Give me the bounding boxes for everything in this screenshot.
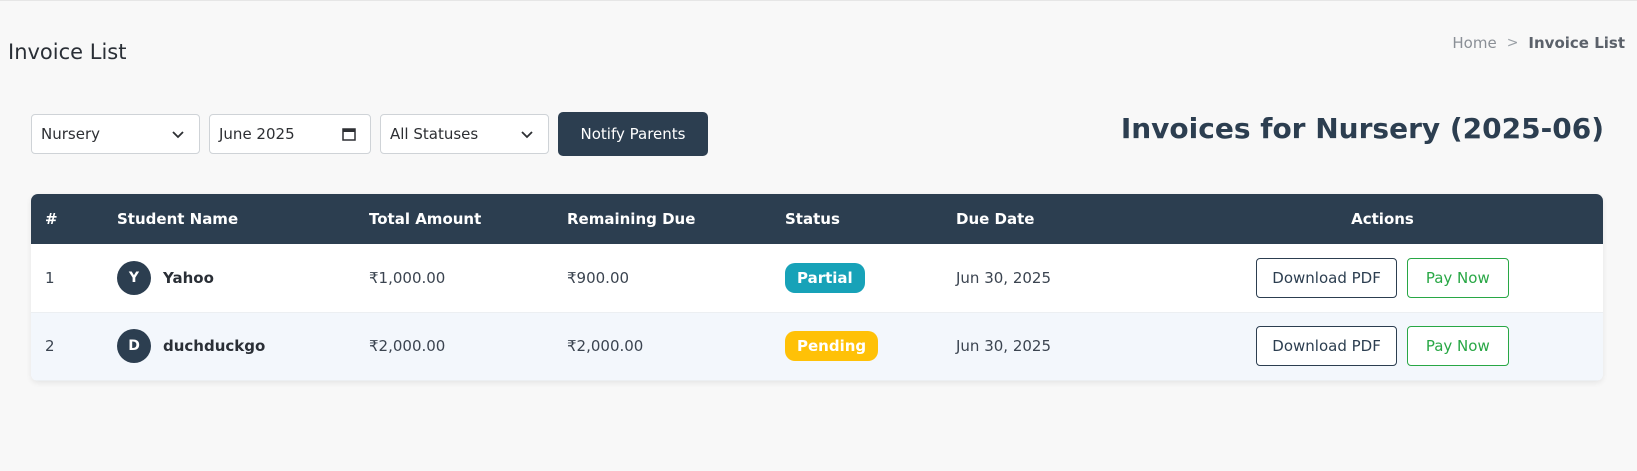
actions-cell: Download PDF Pay Now [1162,244,1603,312]
column-header-total: Total Amount [369,210,482,228]
breadcrumb-home[interactable]: Home [1452,34,1496,52]
column-header-status: Status [785,210,840,228]
pay-now-button[interactable]: Pay Now [1406,257,1509,298]
pay-now-button[interactable]: Pay Now [1406,326,1509,366]
column-header-number: # [45,210,58,228]
download-pdf-button[interactable]: Download PDF [1256,326,1397,366]
column-header-remaining: Remaining Due [567,210,696,228]
top-divider [0,0,1637,1]
status-badge: Partial [785,262,865,293]
status-select-value: All Statuses [390,125,479,143]
row-actions: Download PDF Pay Now [1176,326,1589,366]
chevron-right-icon: > [1506,35,1519,51]
student-name: Yahoo [163,268,214,287]
row-number: 1 [45,268,55,287]
section-title: Invoices for Nursery (2025-06) [1120,112,1604,145]
breadcrumb: Home > Invoice List [1452,34,1625,52]
status-select[interactable]: All Statuses [380,114,549,154]
row-actions: Download PDF Pay Now [1176,257,1589,298]
chevron-down-icon [521,131,533,139]
row-number: 2 [45,337,55,355]
chevron-down-icon [172,131,184,139]
table-row: 1 Y Yahoo ₹1,000.00 ₹900.00 Partial Jun … [31,244,1603,312]
total-amount: ₹1,000.00 [369,268,446,287]
actions-cell: Download PDF Pay Now [1162,312,1603,380]
class-select[interactable]: Nursery [31,114,200,154]
month-picker-value: June 2025 [219,125,295,143]
breadcrumb-current: Invoice List [1528,34,1625,52]
status-cell: Pending [771,312,942,380]
column-header-student: Student Name [117,210,239,228]
status-cell: Partial [771,244,942,312]
remaining-due: ₹900.00 [567,268,630,287]
total-amount: ₹2,000.00 [369,337,446,355]
student-cell: Y Yahoo [103,244,355,312]
column-header-due-date: Due Date [956,210,1035,228]
avatar: D [117,329,151,363]
invoice-table-card: # Student Name Total Amount Remaining Du… [31,194,1603,381]
notify-parents-button[interactable]: Notify Parents [558,112,708,156]
table-row: 2 D duchduckgo ₹2,000.00 ₹2,000.00 Pendi… [31,312,1603,380]
table-header-row: # Student Name Total Amount Remaining Du… [31,194,1603,244]
download-pdf-button[interactable]: Download PDF [1256,257,1397,298]
status-badge: Pending [785,331,879,361]
avatar: Y [117,260,151,295]
column-header-actions: Actions [1351,210,1414,228]
student-name: duchduckgo [163,337,266,355]
filter-bar: Nursery June 2025 All Statuses Notify Pa… [31,112,708,156]
invoice-table: # Student Name Total Amount Remaining Du… [31,194,1603,381]
page-title: Invoice List [8,40,127,64]
remaining-due: ₹2,000.00 [567,337,644,355]
class-select-value: Nursery [41,125,100,143]
due-date: Jun 30, 2025 [956,268,1052,287]
due-date: Jun 30, 2025 [956,337,1052,355]
student-cell: D duchduckgo [103,312,355,380]
month-picker[interactable]: June 2025 [209,114,371,154]
student-info: Y Yahoo [117,260,341,295]
calendar-icon[interactable] [342,127,356,141]
student-info: D duchduckgo [117,329,341,363]
